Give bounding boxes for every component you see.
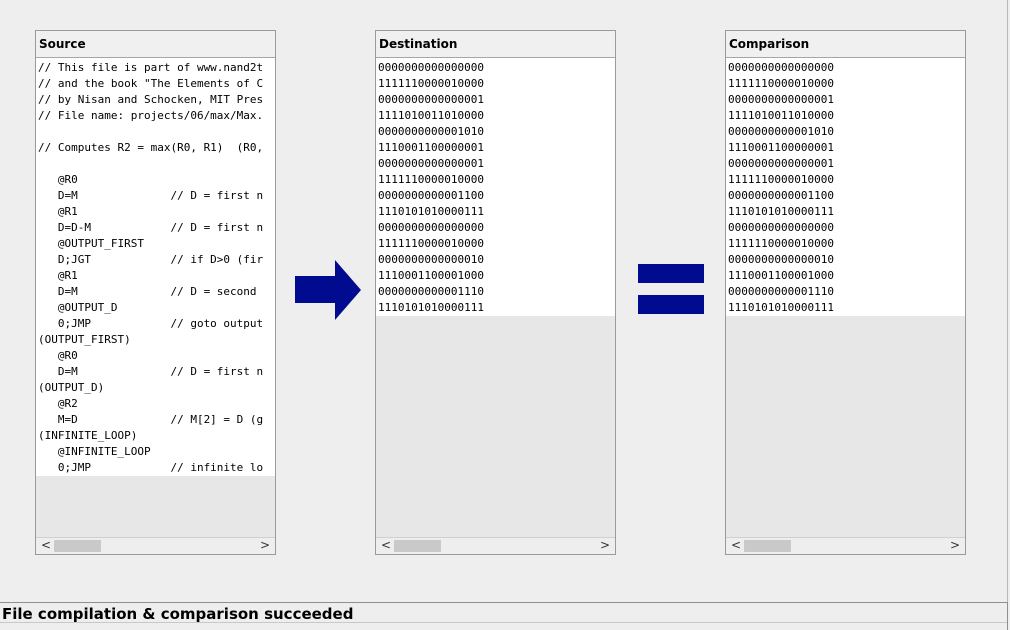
status-bar: File compilation & comparison succeeded: [0, 602, 1008, 630]
comparison-lines: 0000000000000000 1111110000010000 00000000…: [726, 58, 965, 316]
code-line: @INFINITE_LOOP: [38, 445, 151, 458]
window-right-border: [1007, 0, 1008, 603]
code-line: @OUTPUT_FIRST: [38, 237, 144, 250]
comparison-panel-title: Comparison: [726, 31, 965, 58]
code-line: 1110101010000111: [378, 205, 484, 218]
scroll-thumb[interactable]: [744, 540, 791, 552]
code-line: 1110001100000001: [378, 141, 484, 154]
code-line: D;JGT // if D>0 (fir: [38, 253, 264, 266]
scroll-right-icon[interactable]: >: [947, 538, 963, 554]
code-line: 1111110000010000: [728, 237, 834, 250]
scroll-left-icon[interactable]: <: [38, 538, 54, 554]
code-line: 0;JMP // infinite lo: [38, 461, 264, 474]
code-line: 0000000000000001: [378, 93, 484, 106]
code-line: 0000000000001100: [728, 189, 834, 202]
code-line: @R0: [38, 173, 78, 186]
code-line: 1110101010000111: [728, 301, 834, 314]
scroll-left-icon[interactable]: <: [378, 538, 394, 554]
comparison-code-view[interactable]: 0000000000000000 1111110000010000 00000000…: [726, 58, 965, 537]
destination-panel: Destination 0000000000000000 111111000001…: [375, 30, 616, 555]
code-line: // Computes R2 = max(R0, R1) (R0,: [38, 141, 264, 154]
scroll-thumb[interactable]: [54, 540, 101, 552]
scroll-left-icon[interactable]: <: [728, 538, 744, 554]
code-line: // and the book "The Elements of C: [38, 77, 264, 90]
code-line: (INFINITE_LOOP): [38, 429, 138, 442]
code-line: 0000000000001100: [378, 189, 484, 202]
code-line: 0000000000000001: [728, 93, 834, 106]
code-line: 1111010011010000: [378, 109, 484, 122]
destination-panel-title: Destination: [376, 31, 615, 58]
code-line: 1110101010000111: [378, 301, 484, 314]
code-line: 1110001100001000: [728, 269, 834, 282]
code-line: (OUTPUT_FIRST): [38, 333, 131, 346]
code-line: 1111110000010000: [378, 237, 484, 250]
code-line: 0000000000000010: [378, 253, 484, 266]
code-line: 0;JMP // goto output: [38, 317, 264, 330]
destination-code-view[interactable]: 0000000000000000 1111110000010000 00000000…: [376, 58, 615, 537]
code-line: 1110001100000001: [728, 141, 834, 154]
code-line: 1111110000010000: [728, 77, 834, 90]
code-line: 0000000000000000: [728, 61, 834, 74]
code-line: (OUTPUT_D): [38, 381, 105, 394]
destination-lines: 0000000000000000 1111110000010000 00000000…: [376, 58, 615, 316]
code-line: @R2: [38, 397, 78, 410]
code-line: 1110001100001000: [378, 269, 484, 282]
code-line: 0000000000000000: [378, 61, 484, 74]
scroll-right-icon[interactable]: >: [257, 538, 273, 554]
code-line: 0000000000000001: [728, 157, 834, 170]
status-divider: [0, 622, 1007, 623]
code-line: 0000000000000000: [728, 221, 834, 234]
code-line: 1111110000010000: [728, 173, 834, 186]
status-message: File compilation & comparison succeeded: [2, 605, 354, 623]
code-line: // File name: projects/06/max/Max.: [38, 109, 264, 122]
code-line: D=D-M // D = first n: [38, 221, 264, 234]
source-panel: Source // This file is part of www.nand2…: [35, 30, 276, 555]
code-line: 0000000000000000: [378, 221, 484, 234]
scroll-right-icon[interactable]: >: [597, 538, 613, 554]
equals-icon: [638, 264, 704, 314]
code-line: D=M // D = first n: [38, 189, 264, 202]
code-line: D=M // D = second: [38, 285, 264, 298]
code-line: @R1: [38, 269, 78, 282]
code-line: M=D // M[2] = D (g: [38, 413, 264, 426]
code-line: @R1: [38, 205, 78, 218]
comparison-panel: Comparison 0000000000000000 1111110000010…: [725, 30, 966, 555]
code-line: 0000000000001110: [728, 285, 834, 298]
code-line: 0000000000000010: [728, 253, 834, 266]
destination-horizontal-scrollbar[interactable]: < >: [376, 537, 615, 554]
code-line: 0000000000001010: [378, 125, 484, 138]
code-line: D=M // D = first n: [38, 365, 264, 378]
code-line: 1111110000010000: [378, 173, 484, 186]
code-line: @R0: [38, 349, 78, 362]
code-line: 1111110000010000: [378, 77, 484, 90]
code-line: @OUTPUT_D: [38, 301, 118, 314]
code-line: 1110101010000111: [728, 205, 834, 218]
code-line: 1111010011010000: [728, 109, 834, 122]
code-line: 0000000000001110: [378, 285, 484, 298]
code-line: // This file is part of www.nand2t: [38, 61, 264, 74]
code-line: 0000000000001010: [728, 125, 834, 138]
scroll-thumb[interactable]: [394, 540, 441, 552]
code-line: // by Nisan and Schocken, MIT Pres: [38, 93, 264, 106]
source-code-view[interactable]: // This file is part of www.nand2t // and…: [36, 58, 275, 537]
source-panel-title: Source: [36, 31, 275, 58]
comparison-horizontal-scrollbar[interactable]: < >: [726, 537, 965, 554]
source-lines: // This file is part of www.nand2t // and…: [36, 58, 275, 476]
right-arrow-icon: [295, 260, 361, 320]
code-line: 0000000000000001: [378, 157, 484, 170]
source-horizontal-scrollbar[interactable]: < >: [36, 537, 275, 554]
